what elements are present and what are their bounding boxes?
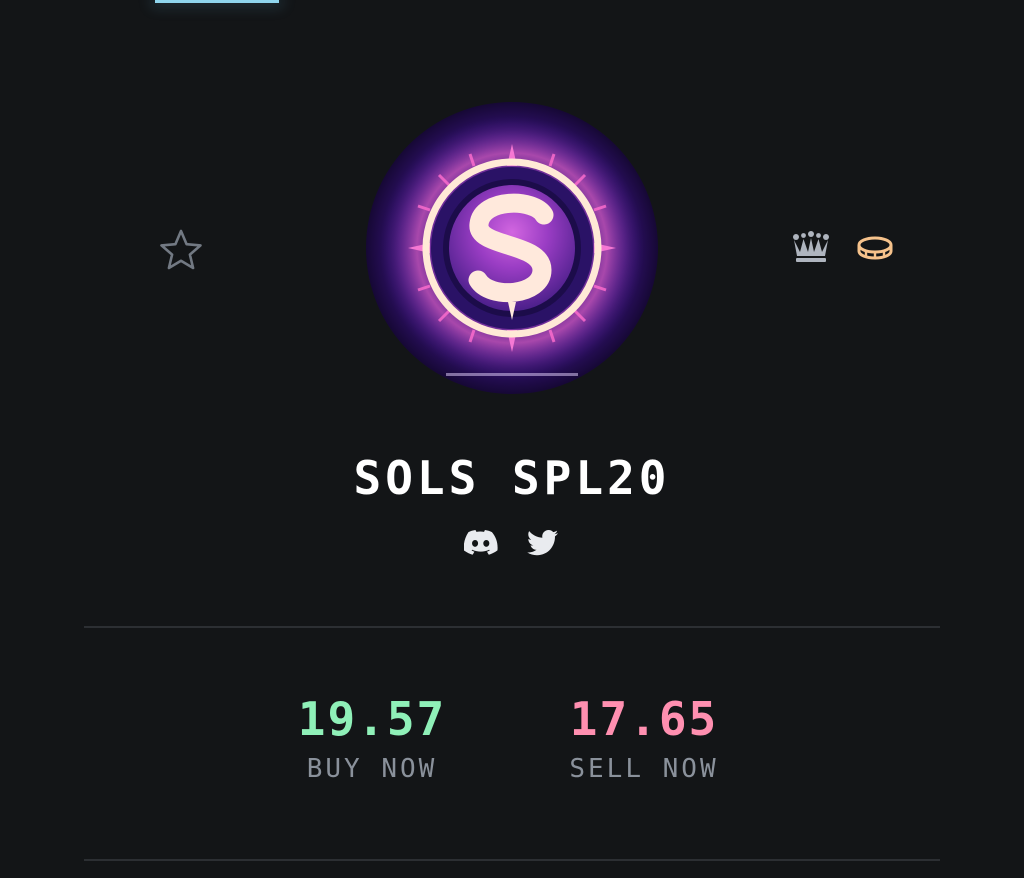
collection-avatar <box>366 102 658 394</box>
star-icon <box>160 229 202 270</box>
buy-price: 19.57 <box>297 692 447 746</box>
social-links <box>0 526 1024 560</box>
collection-title: SOLS SPL20 <box>353 451 671 505</box>
buy-now-button[interactable]: 19.57 BUY NOW <box>252 690 492 786</box>
buy-now-label: BUY NOW <box>306 754 438 784</box>
discord-link[interactable] <box>464 526 498 560</box>
crown-badge <box>789 228 833 268</box>
sell-now-button[interactable]: 17.65 SELL NOW <box>524 690 764 786</box>
coin-icon <box>857 236 893 260</box>
coin-badge <box>853 228 897 268</box>
active-tab-indicator[interactable] <box>155 0 279 3</box>
sols-logo <box>366 102 658 394</box>
divider <box>84 626 940 628</box>
twitter-icon <box>527 530 559 556</box>
twitter-link[interactable] <box>526 526 560 560</box>
sell-price: 17.65 <box>569 692 719 746</box>
sell-now-label: SELL NOW <box>569 754 719 784</box>
discord-icon <box>464 530 498 555</box>
divider <box>84 859 940 861</box>
crown-icon <box>793 231 829 262</box>
favorite-button[interactable] <box>157 226 205 272</box>
